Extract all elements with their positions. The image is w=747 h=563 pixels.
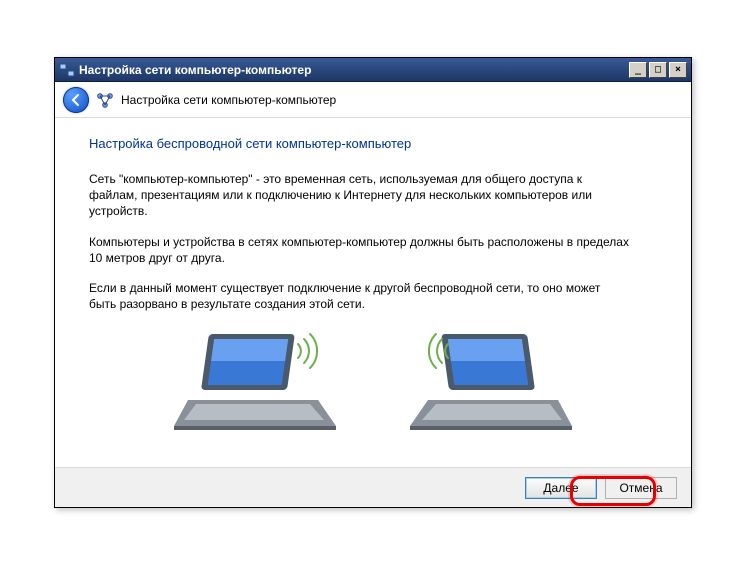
paragraph-1: Сеть "компьютер-компьютер" - это временн…: [89, 171, 629, 220]
maximize-button[interactable]: □: [649, 62, 667, 78]
laptop-right-icon: [408, 326, 578, 436]
cancel-button[interactable]: Отмена: [605, 477, 677, 499]
next-button[interactable]: Далее: [525, 477, 597, 499]
arrow-left-icon: [69, 93, 83, 107]
paragraph-3: Если в данный момент существует подключе…: [89, 280, 629, 312]
network-wizard-icon: [59, 62, 75, 78]
wizard-header-title: Настройка сети компьютер-компьютер: [121, 93, 336, 107]
window-title: Настройка сети компьютер-компьютер: [79, 63, 627, 77]
laptop-left-icon: [168, 326, 338, 436]
adhoc-network-icon: [95, 90, 115, 110]
wizard-button-row: Далее Отмена: [55, 467, 691, 507]
close-button[interactable]: ×: [669, 62, 687, 78]
illustration-laptops: [89, 326, 657, 436]
wizard-window: Настройка сети компьютер-компьютер _ □ ×…: [54, 57, 692, 508]
window-controls: _ □ ×: [627, 62, 687, 78]
minimize-button[interactable]: _: [629, 62, 647, 78]
titlebar: Настройка сети компьютер-компьютер _ □ ×: [55, 58, 691, 82]
paragraph-2: Компьютеры и устройства в сетях компьюте…: [89, 234, 629, 266]
wizard-content: Настройка беспроводной сети компьютер-ко…: [55, 118, 691, 467]
back-button[interactable]: [63, 87, 89, 113]
page-heading: Настройка беспроводной сети компьютер-ко…: [89, 136, 657, 151]
wizard-header: Настройка сети компьютер-компьютер: [55, 82, 691, 118]
